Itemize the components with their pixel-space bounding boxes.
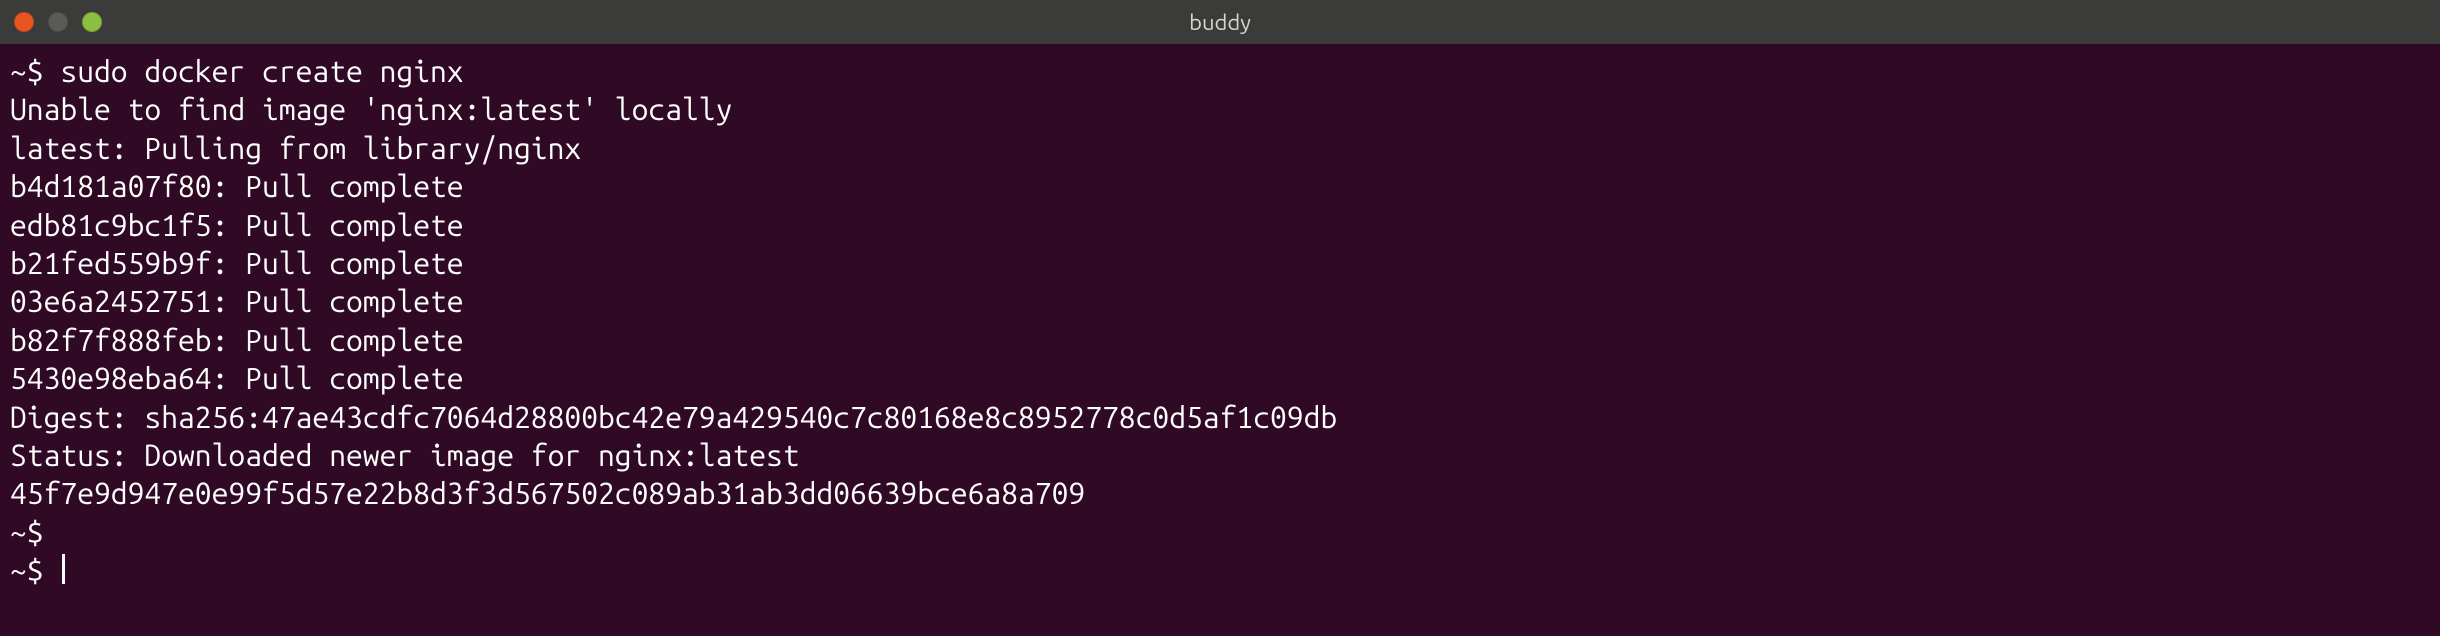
terminal-cursor (62, 554, 65, 584)
window-titlebar: buddy (0, 0, 2440, 44)
terminal-prompt: ~$ (10, 515, 60, 549)
window-minimize-button[interactable] (48, 12, 68, 32)
terminal-line: 5430e98eba64: Pull complete (10, 359, 2430, 397)
terminal-prompt: ~$ (10, 553, 60, 587)
terminal-line: 03e6a2452751: Pull complete (10, 282, 2430, 320)
terminal-line: 45f7e9d947e0e99f5d57e22b8d3f3d567502c089… (10, 474, 2430, 512)
terminal-line: b21fed559b9f: Pull complete (10, 244, 2430, 282)
terminal-output[interactable]: ~$ sudo docker create nginxUnable to fin… (0, 44, 2440, 599)
terminal-line: edb81c9bc1f5: Pull complete (10, 206, 2430, 244)
terminal-line: ~$ (10, 551, 2430, 589)
terminal-command: sudo docker create nginx (60, 54, 463, 88)
terminal-prompt: ~$ (10, 54, 60, 88)
terminal-line: ~$ (10, 513, 2430, 551)
terminal-line: Status: Downloaded newer image for nginx… (10, 436, 2430, 474)
window-maximize-button[interactable] (82, 12, 102, 32)
terminal-line: b4d181a07f80: Pull complete (10, 167, 2430, 205)
window-controls (14, 12, 102, 32)
window-title: buddy (1189, 10, 1251, 35)
window-close-button[interactable] (14, 12, 34, 32)
terminal-line: b82f7f888feb: Pull complete (10, 321, 2430, 359)
terminal-line: Digest: sha256:47ae43cdfc7064d28800bc42e… (10, 398, 2430, 436)
terminal-line: Unable to find image 'nginx:latest' loca… (10, 90, 2430, 128)
terminal-line: ~$ sudo docker create nginx (10, 52, 2430, 90)
terminal-line: latest: Pulling from library/nginx (10, 129, 2430, 167)
